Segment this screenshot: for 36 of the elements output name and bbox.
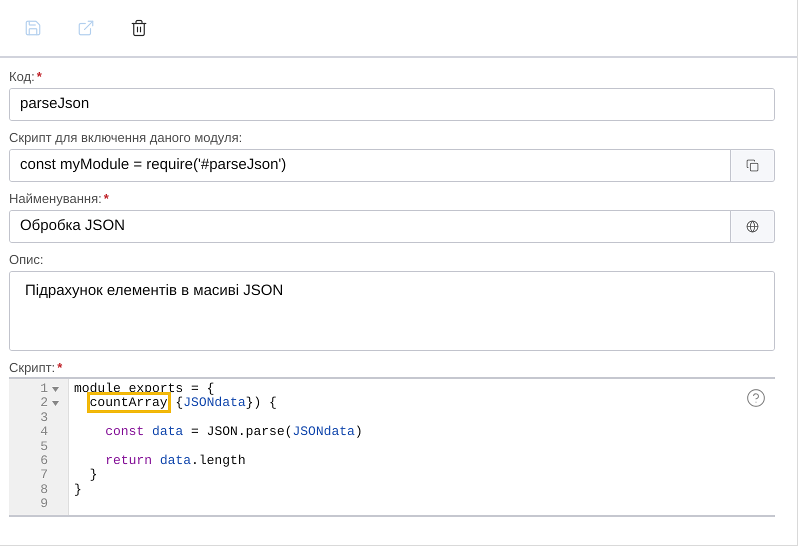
translate-button[interactable]: [731, 210, 775, 243]
field-label: Скрипт:: [9, 359, 56, 378]
copy-icon: [746, 159, 759, 172]
field-label: Найменування:: [9, 190, 102, 208]
help-icon[interactable]: [746, 388, 766, 408]
globe-icon: [746, 220, 759, 233]
fold-arrow-icon[interactable]: [52, 401, 58, 406]
code-line: countArray {JSONdata}) {: [90, 395, 277, 410]
required-asterisk: *: [104, 190, 109, 208]
line-number: 5: [40, 440, 48, 454]
code-line: const data = JSON.parse(JSONdata): [105, 424, 363, 440]
line-number: 8: [40, 482, 48, 498]
line-number: 2: [40, 396, 48, 411]
field-label: Код:: [9, 68, 35, 86]
description-field[interactable]: Підрахунок елементів в масиві JSON: [9, 271, 775, 351]
input-field[interactable]: parseJson: [9, 88, 775, 121]
input-field[interactable]: Обробка JSON: [9, 210, 731, 243]
line-number: 9: [40, 497, 48, 512]
copy-button[interactable]: [731, 149, 775, 182]
save-icon: [24, 19, 42, 37]
required-asterisk: *: [57, 359, 62, 378]
external-link-icon: [77, 19, 95, 37]
code-line: return data.length: [105, 452, 246, 468]
line-number: 3: [40, 410, 48, 426]
field-label: Скрипт для включення даного модуля:: [9, 129, 242, 148]
code-line: }: [90, 467, 98, 482]
line-number: 6: [40, 454, 48, 468]
field-label: Опис:: [9, 251, 44, 270]
trash-icon: [130, 19, 148, 37]
line-number: 7: [40, 468, 48, 483]
fold-arrow-icon[interactable]: [52, 386, 58, 392]
code-line: }: [74, 482, 82, 497]
input-field[interactable]: const myModule = require('#parseJson'): [9, 149, 731, 182]
line-number: 4: [40, 425, 48, 440]
line-number: 1: [40, 382, 48, 396]
required-asterisk: *: [36, 68, 42, 86]
